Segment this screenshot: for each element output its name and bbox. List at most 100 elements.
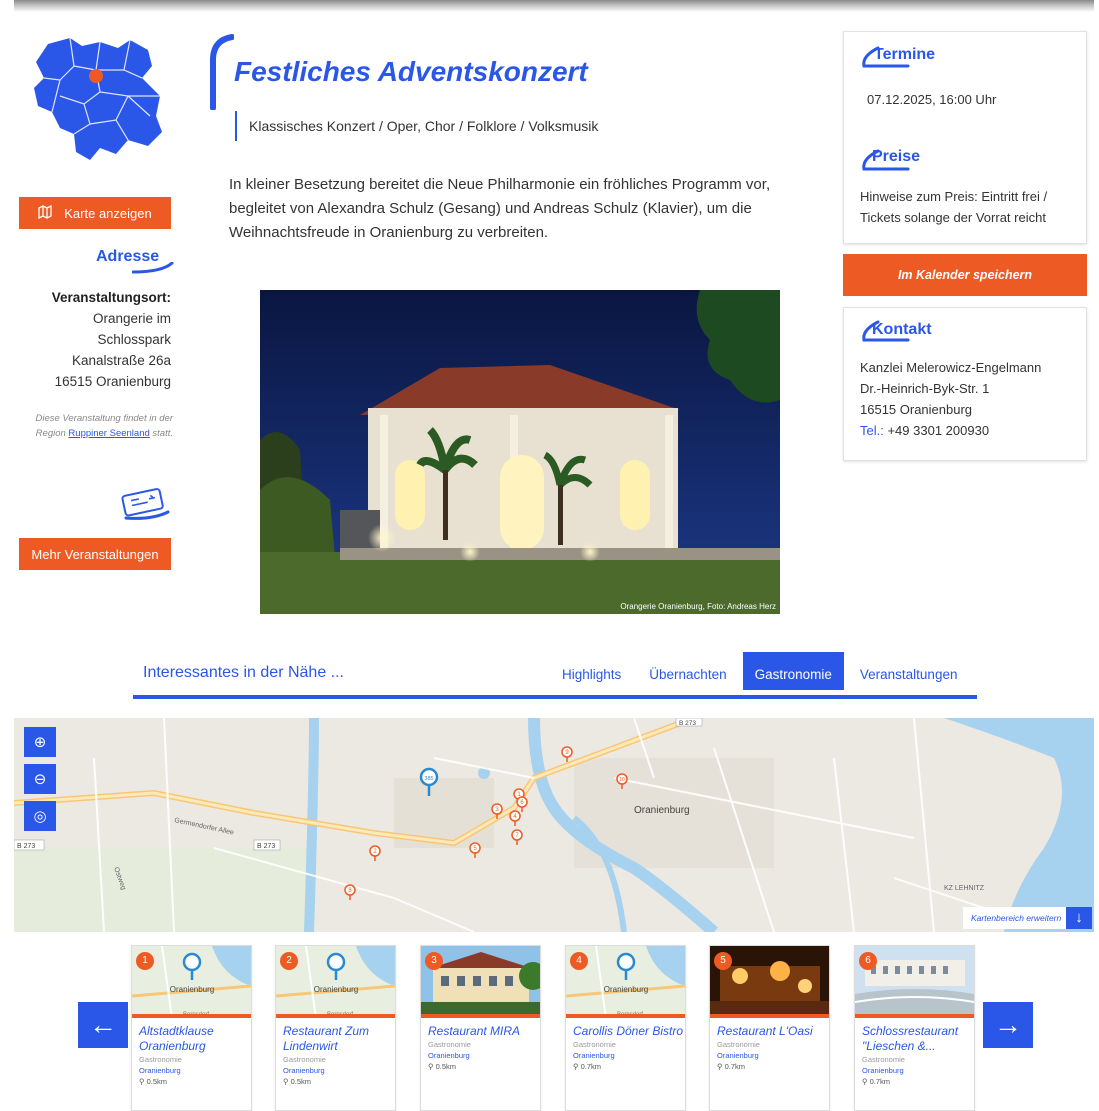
card-number: 3	[425, 952, 443, 970]
show-map-button[interactable]: Karte anzeigen	[19, 197, 171, 229]
card-image: Oranienburg Bornsdorf 1	[132, 946, 251, 1018]
tab-veranstaltungen[interactable]: Veranstaltungen	[848, 652, 970, 690]
event-category: Klassisches Konzert / Oper, Chor / Folkl…	[235, 111, 598, 141]
marker-385-label: 385	[424, 776, 433, 782]
poi-card[interactable]: Oranienburg Bornsdorf 4 Carollis Döner B…	[565, 945, 686, 1111]
card-distance-value: 0.5km	[146, 1077, 168, 1086]
tab-gastronomie[interactable]: Gastronomie	[742, 652, 844, 690]
card-title[interactable]: Restaurant L'Oasi	[717, 1024, 829, 1039]
card-title[interactable]: Carollis Döner Bistro	[573, 1024, 685, 1039]
card-title[interactable]: Restaurant MIRA	[428, 1024, 540, 1039]
nearby-tabs: Highlights Übernachten Gastronomie Veran…	[550, 652, 973, 692]
venue-city: 16515 Oranienburg	[54, 374, 171, 389]
card-city[interactable]: Oranienburg	[573, 1050, 685, 1061]
contact-street: Dr.-Heinrich-Byk-Str. 1	[860, 381, 990, 396]
map-label-b273c: B 273	[679, 720, 696, 727]
prices-heading: Preise	[872, 148, 921, 165]
dates-heading: Termine	[874, 46, 936, 63]
card-category: Gastronomie	[573, 1040, 616, 1049]
card-number: 4	[570, 952, 588, 970]
poi-card[interactable]: 3 Restaurant MIRA Gastronomie Oranienbur…	[420, 945, 541, 1111]
card-number: 2	[280, 952, 298, 970]
region-link[interactable]: Ruppiner Seenland	[68, 428, 149, 439]
contact-phone: Tel.: +49 3301 200930	[860, 421, 989, 441]
heading-decoration	[132, 262, 174, 274]
map-expand-link[interactable]: Kartenbereich erweitern	[963, 907, 1070, 929]
phone-number[interactable]: +49 3301 200930	[887, 423, 989, 438]
card-distance-value: 0.7km	[869, 1077, 891, 1086]
phone-label[interactable]: Tel.:	[860, 423, 884, 438]
more-events-button[interactable]: Mehr Veranstaltungen	[19, 538, 171, 570]
arrow-left-icon[interactable]: ←	[78, 1002, 128, 1048]
card-category: Gastronomie	[862, 1055, 905, 1064]
poi-card[interactable]: Oranienburg Bornsdorf 1 Altstadtklause O…	[131, 945, 252, 1111]
card-image: 6	[855, 946, 974, 1018]
locate-icon[interactable]: ◎	[24, 801, 56, 831]
card-category: Gastronomie	[139, 1055, 182, 1064]
card-title[interactable]: Schlossrestaurant "Lieschen &...	[862, 1024, 974, 1054]
card-title[interactable]: Altstadtklause Oranienburg	[139, 1024, 251, 1054]
tab-highlights[interactable]: Highlights	[550, 652, 633, 690]
ticket-icon[interactable]	[118, 488, 172, 522]
zoom-in-icon[interactable]: ⊕	[24, 727, 56, 757]
card-map-sub: Bornsdorf	[617, 1012, 643, 1018]
title-decoration	[210, 34, 234, 110]
pin-icon: ⚲	[862, 1077, 870, 1086]
venue-address: Veranstaltungsort: Orangerie im Schlossp…	[0, 287, 171, 392]
poi-card[interactable]: 6 Schlossrestaurant "Lieschen &... Gastr…	[854, 945, 975, 1111]
prices-line2: Tickets solange der Vorrat reicht	[860, 210, 1046, 225]
card-map-town: Oranienburg	[604, 985, 648, 994]
card-number: 6	[859, 952, 877, 970]
card-map-town: Oranienburg	[170, 985, 214, 994]
card-city[interactable]: Oranienburg	[717, 1050, 829, 1061]
pin-icon: ⚲	[717, 1062, 725, 1071]
map-canvas[interactable]: Germendorfer Allee B 273 B 273 B 273 Ost…	[14, 718, 1094, 932]
zoom-out-icon[interactable]: ⊖	[24, 764, 56, 794]
card-distance-value: 0.7km	[724, 1062, 746, 1071]
save-to-calendar-button[interactable]: Im Kalender speichern	[843, 254, 1087, 296]
pin-icon: ⚲	[139, 1077, 147, 1086]
pin-icon: ⚲	[283, 1077, 291, 1086]
card-distance: ⚲ 0.5km	[428, 1061, 540, 1073]
venue-label: Veranstaltungsort:	[51, 290, 171, 305]
card-city[interactable]: Oranienburg	[283, 1065, 395, 1076]
card-category: Gastronomie	[428, 1040, 471, 1049]
card-number: 5	[714, 952, 732, 970]
poi-card[interactable]: 5 Restaurant L'Oasi Gastronomie Oranienb…	[709, 945, 830, 1111]
region-note: Diese Veranstaltung findet in der Region…	[20, 411, 173, 441]
arrow-right-icon[interactable]: →	[983, 1002, 1033, 1048]
show-map-label: Karte anzeigen	[64, 205, 152, 221]
map-label-b273b: B 273	[257, 843, 275, 850]
tabs-underline	[133, 695, 977, 699]
event-photo: Orangerie Oranienburg, Foto: Andreas Her…	[260, 290, 780, 614]
card-distance: ⚲ 0.5km	[139, 1076, 251, 1088]
prices-line1: Hinweise zum Preis: Eintritt frei /	[860, 189, 1048, 204]
date-value: 07.12.2025, 16:00 Uhr	[867, 92, 997, 107]
card-image: Oranienburg Bornsdorf 2	[276, 946, 395, 1018]
card-distance: ⚲ 0.7km	[573, 1061, 685, 1073]
region-suffix: statt.	[152, 428, 173, 439]
poi-card[interactable]: Oranienburg Bornsdorf 2 Restaurant Zum L…	[275, 945, 396, 1111]
card-map-town: Oranienburg	[314, 985, 358, 994]
card-distance: ⚲ 0.5km	[283, 1076, 395, 1088]
nearby-map[interactable]: Germendorfer Allee B 273 B 273 B 273 Ost…	[14, 718, 1094, 932]
card-category: Gastronomie	[283, 1055, 326, 1064]
tab-uebernachten[interactable]: Übernachten	[637, 652, 738, 690]
card-distance-value: 0.5km	[435, 1062, 457, 1071]
contact-city: 16515 Oranienburg	[860, 402, 973, 417]
card-image: Oranienburg Bornsdorf 4	[566, 946, 685, 1018]
pin-icon: ⚲	[428, 1062, 436, 1071]
photo-caption: Orangerie Oranienburg, Foto: Andreas Her…	[620, 602, 776, 611]
card-city[interactable]: Oranienburg	[139, 1065, 251, 1076]
card-image: 3	[421, 946, 540, 1018]
card-city[interactable]: Oranienburg	[428, 1050, 540, 1061]
card-title[interactable]: Restaurant Zum Lindenwirt	[283, 1024, 395, 1054]
card-city[interactable]: Oranienburg	[862, 1065, 974, 1076]
orangerie-photo	[260, 290, 780, 614]
arrow-down-icon[interactable]: ↓	[1066, 907, 1092, 929]
venue-line2: Schlosspark	[97, 332, 171, 347]
card-map-sub: Bornsdorf	[183, 1012, 209, 1018]
card-image: 5	[710, 946, 829, 1018]
brandenburg-map-icon[interactable]	[30, 36, 165, 161]
card-map-sub: Bornsdorf	[327, 1012, 353, 1018]
